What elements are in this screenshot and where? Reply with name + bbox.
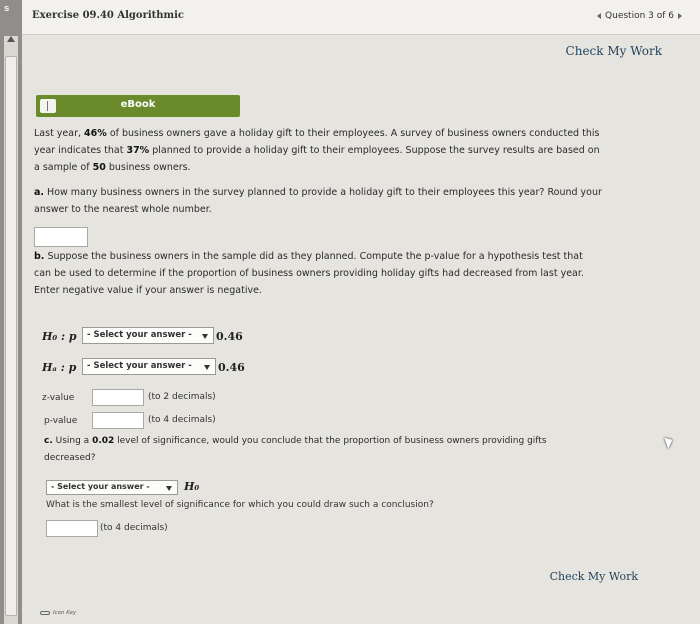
exercise-title: Exercise 09.40 Algorithmic	[32, 10, 185, 21]
question-navigation: Question 3 of 6	[597, 11, 682, 21]
chevron-down-icon	[202, 334, 208, 339]
conclusion-h0-symbol: H₀	[184, 480, 200, 493]
vertical-scrollbar[interactable]	[4, 36, 18, 624]
null-hypothesis-value: 0.46	[216, 330, 243, 343]
scroll-thumb[interactable]	[5, 56, 17, 616]
scroll-up-icon[interactable]	[7, 36, 15, 42]
question-counter: Question 3 of 6	[605, 11, 674, 21]
icon-key-label: Icon Key	[53, 610, 77, 616]
left-window-strip: s	[0, 0, 22, 624]
next-question-icon[interactable]	[678, 13, 682, 19]
header-bar: Exercise 09.40 Algorithmic Question 3 of…	[22, 0, 700, 35]
problem-statement: Last year, 46% of business owners gave a…	[34, 128, 600, 173]
alternative-hypothesis-operator-select[interactable]: - Select your answer -	[82, 358, 216, 375]
icon-key[interactable]: Icon Key	[40, 610, 76, 616]
part-b-question: b. Suppose the business owners in the sa…	[34, 251, 584, 296]
ebook-label: eBook	[120, 99, 156, 110]
smallest-significance-question: What is the smallest level of significan…	[46, 500, 434, 510]
previous-question-icon[interactable]	[597, 13, 602, 19]
edge-letter: s	[4, 4, 10, 14]
check-my-work-button-bottom[interactable]: Check My Work	[550, 570, 638, 583]
smallest-significance-input[interactable]	[46, 520, 98, 537]
alternative-hypothesis-symbol: Hₐ : p	[42, 361, 77, 374]
null-hypothesis-symbol: H₀ : p	[42, 330, 77, 343]
ebook-button[interactable]: eBook	[36, 95, 240, 117]
part-c-question: c. Using a 0.02 level of significance, w…	[44, 436, 547, 463]
p-value-hint: (to 4 decimals)	[148, 415, 216, 425]
alternative-hypothesis-value: 0.46	[218, 361, 245, 374]
chevron-down-icon	[204, 365, 210, 370]
p-value-label: p-value	[44, 416, 78, 426]
z-value-hint: (to 2 decimals)	[148, 392, 216, 402]
key-icon	[40, 611, 50, 615]
part-a-answer-input[interactable]	[34, 227, 88, 247]
part-a-question: a. How many business owners in the surve…	[34, 187, 602, 215]
p-value-input[interactable]	[92, 412, 144, 429]
conclusion-select[interactable]: - Select your answer -	[46, 480, 178, 495]
null-hypothesis-operator-select[interactable]: - Select your answer -	[82, 327, 214, 344]
z-value-input[interactable]	[92, 389, 144, 406]
z-value-label: z-value	[42, 393, 75, 403]
chevron-down-icon	[166, 486, 172, 491]
smallest-significance-hint: (to 4 decimals)	[100, 523, 168, 533]
mouse-cursor-icon	[664, 435, 675, 449]
check-my-work-button-top[interactable]: Check My Work	[566, 44, 662, 58]
